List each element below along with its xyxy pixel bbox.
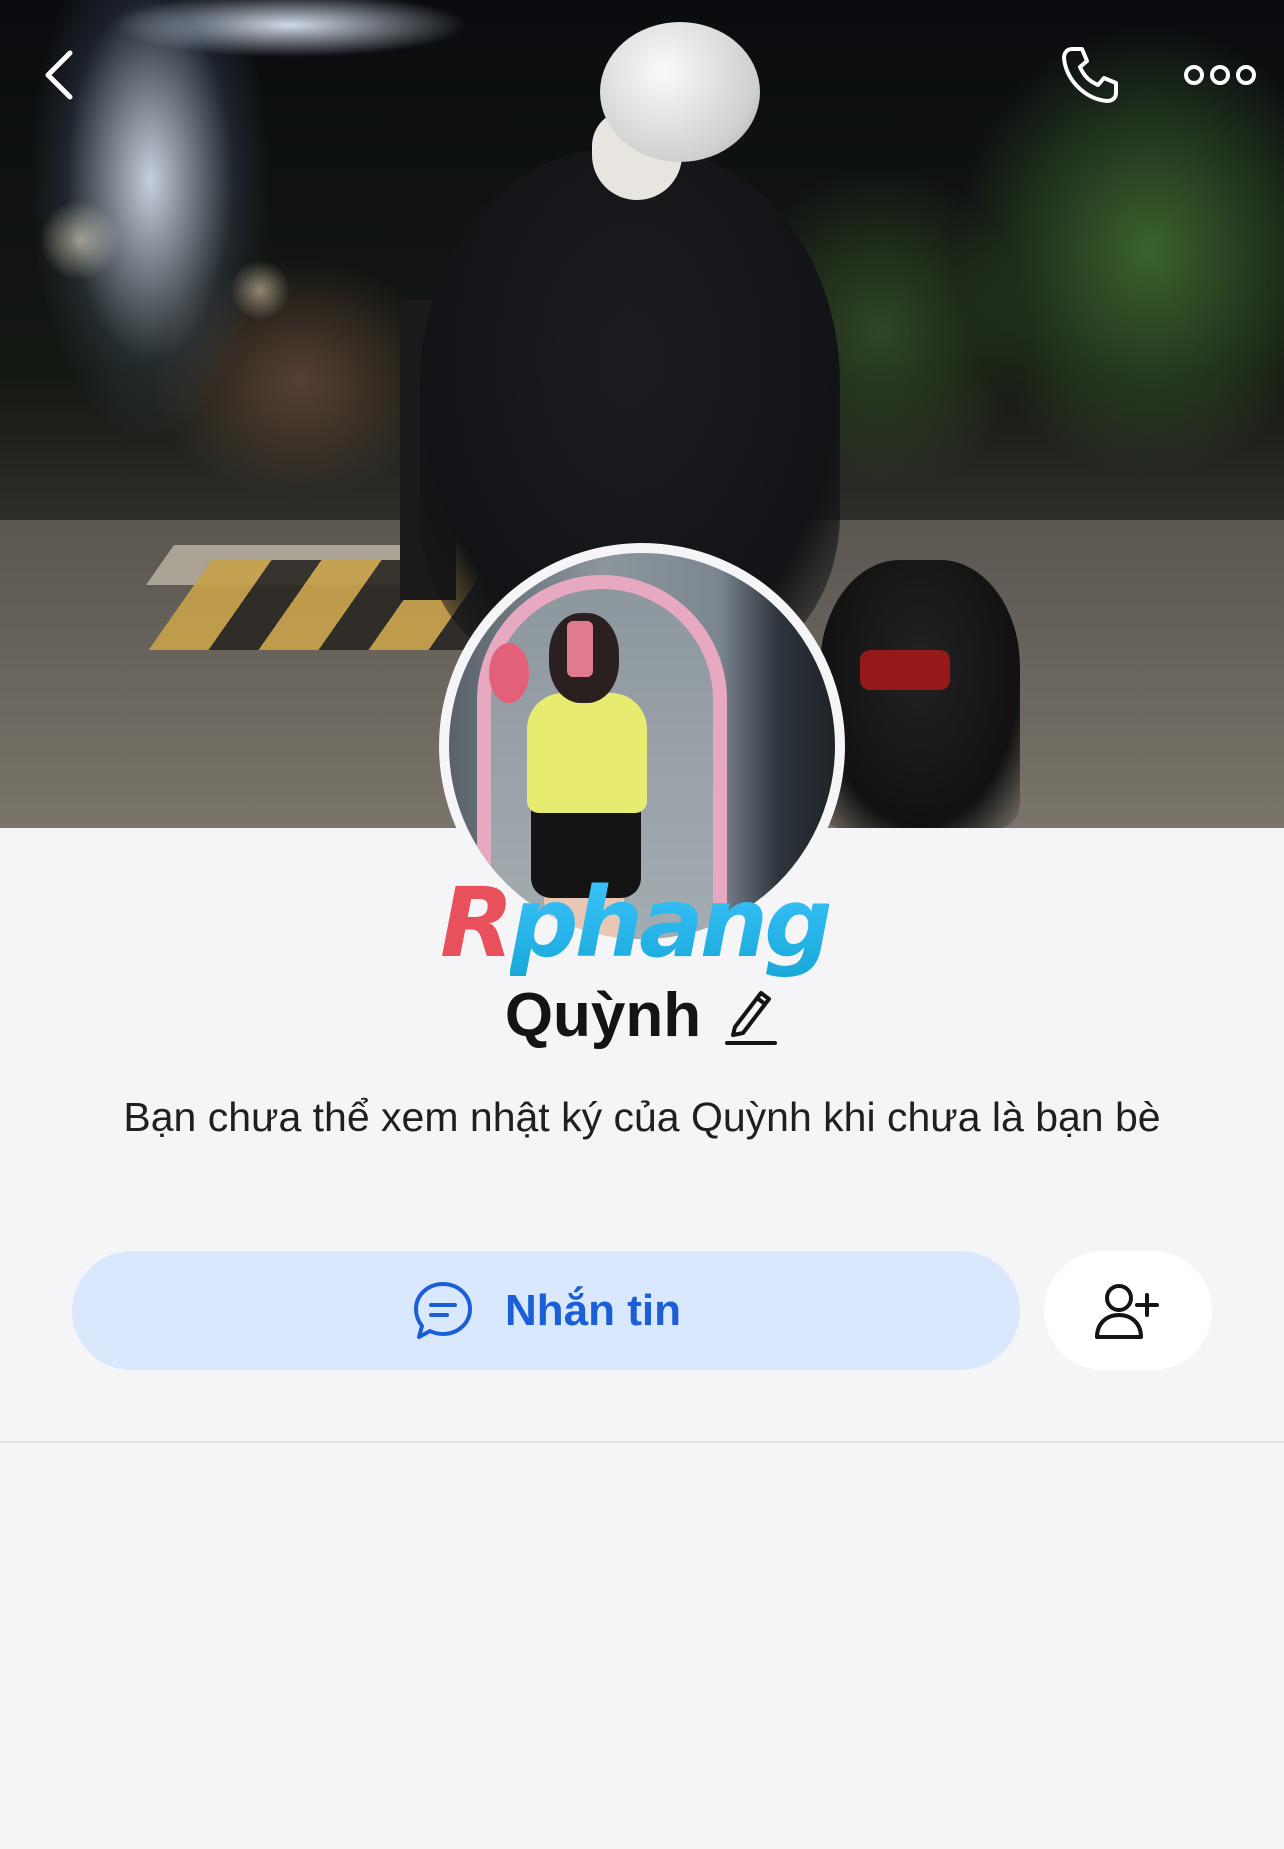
cover-helmet bbox=[600, 22, 760, 162]
message-button[interactable]: Nhắn tin bbox=[72, 1251, 1020, 1370]
call-button[interactable] bbox=[1050, 40, 1130, 110]
phone-icon bbox=[1062, 47, 1118, 103]
edit-name-button[interactable] bbox=[723, 985, 779, 1045]
avatar-skirt bbox=[531, 803, 641, 898]
message-button-label: Nhắn tin bbox=[505, 1285, 681, 1335]
avatar[interactable] bbox=[439, 543, 845, 949]
add-friend-button[interactable] bbox=[1044, 1251, 1212, 1370]
avatar-phone bbox=[567, 621, 593, 677]
diary-privacy-notice: Bạn chưa thể xem nhật ký của Quỳnh khi c… bbox=[123, 1094, 1161, 1140]
chat-bubble-icon bbox=[414, 1281, 472, 1339]
avatar-photo bbox=[449, 553, 835, 939]
add-user-icon bbox=[1095, 1283, 1159, 1339]
avatar-shirt bbox=[527, 693, 647, 813]
more-dots-icon bbox=[1184, 65, 1256, 85]
pencil-icon bbox=[725, 991, 778, 1045]
cover-taillight bbox=[860, 650, 950, 690]
more-button[interactable] bbox=[1175, 40, 1265, 110]
section-divider bbox=[0, 1441, 1284, 1443]
chevron-left-icon bbox=[45, 50, 73, 100]
back-button[interactable] bbox=[30, 40, 90, 110]
cover-motorbike bbox=[820, 560, 1020, 828]
avatar-plush bbox=[489, 643, 529, 703]
name-row: Quỳnh bbox=[0, 975, 1284, 1055]
profile-name: Quỳnh bbox=[504, 980, 702, 1050]
